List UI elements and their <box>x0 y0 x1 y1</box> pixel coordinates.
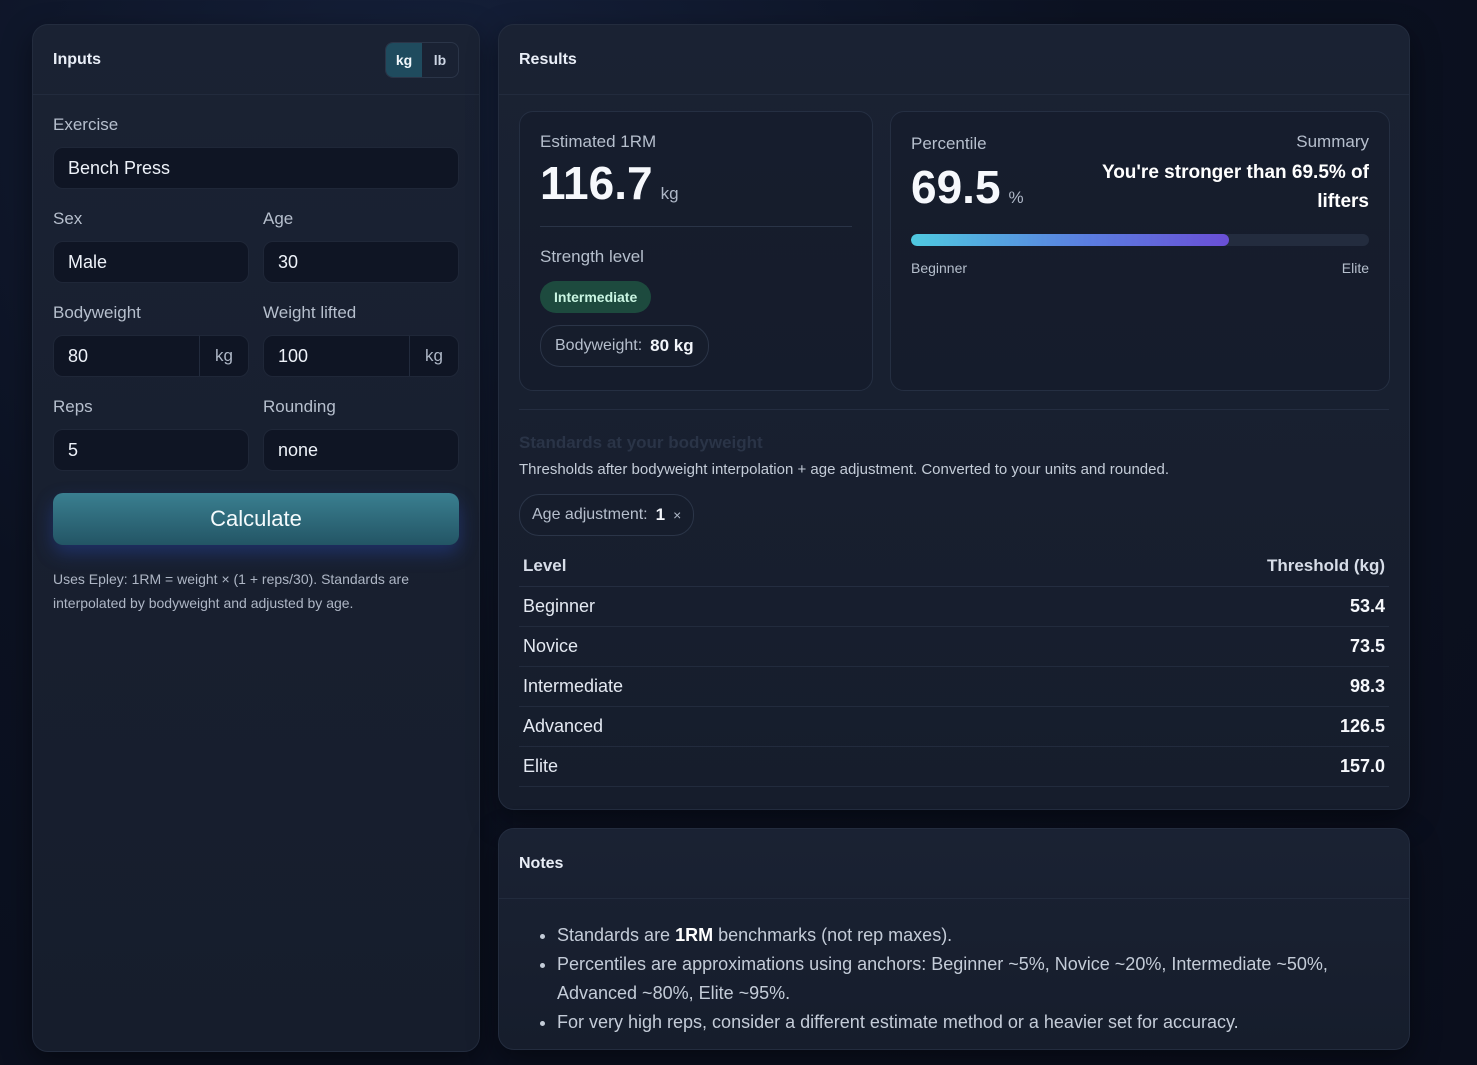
level-cell: Novice <box>519 626 921 667</box>
standards-section: Standards at your bodyweight Thresholds … <box>519 433 1389 787</box>
exercise-field: Exercise Bench Press <box>53 115 459 189</box>
age-adjustment-label: Age adjustment: <box>532 506 648 523</box>
standards-subtitle: Thresholds after bodyweight interpolatio… <box>519 461 1169 478</box>
weight-lifted-input[interactable]: 100 <box>264 336 410 376</box>
table-row: Elite 157.0 <box>519 746 1389 787</box>
sex-label: Sex <box>53 209 83 228</box>
threshold-cell: 73.5 <box>920 626 1389 667</box>
strength-level-badge: Intermediate <box>540 281 652 313</box>
standards-title: Standards at your bodyweight <box>519 433 763 452</box>
bodyweight-pill-label: Bodyweight: <box>555 337 643 354</box>
reps-input[interactable]: 5 <box>53 429 249 471</box>
inputs-panel: Inputs kg lb Exercise Bench Press Sex Ma… <box>32 24 480 1052</box>
age-adjustment-value: 1 <box>655 505 666 524</box>
estimated-1rm-unit: kg <box>660 184 679 203</box>
list-item: Percentiles are approximations using anc… <box>557 950 1389 1008</box>
threshold-cell: 53.4 <box>920 586 1389 627</box>
results-header: Results <box>499 25 1409 95</box>
unit-kg-button[interactable]: kg <box>386 42 422 77</box>
level-cell: Elite <box>519 746 921 787</box>
age-input[interactable]: 30 <box>263 241 459 283</box>
threshold-cell: 157.0 <box>920 746 1389 787</box>
calculate-button[interactable]: Calculate <box>53 493 459 545</box>
level-column-header: Level <box>519 556 921 587</box>
standards-table: Level Threshold (kg) Beginner 53.4 Novic… <box>519 556 1389 787</box>
estimated-1rm-label: Estimated 1RM <box>540 132 657 151</box>
weight-lifted-label: Weight lifted <box>263 303 357 322</box>
standards-table-header: Level Threshold (kg) <box>519 556 1389 587</box>
percentile-label: Percentile <box>911 134 987 153</box>
unit-lb-button[interactable]: lb <box>422 43 458 77</box>
threshold-cell: 98.3 <box>920 666 1389 707</box>
threshold-column-header: Threshold (kg) <box>920 556 1389 587</box>
percentile-card: Percentile 69.5 % Summary You're stronge… <box>890 111 1390 391</box>
weight-lifted-unit: kg <box>425 346 443 365</box>
age-adjustment-suffix: × <box>673 507 682 523</box>
table-row: Novice 73.5 <box>519 626 1389 667</box>
age-label: Age <box>263 209 294 228</box>
inputs-header: Inputs kg lb <box>33 25 479 95</box>
bodyweight-unit: kg <box>215 346 233 365</box>
notes-title: Notes <box>519 854 564 872</box>
note-text: benchmarks (not rep maxes). <box>713 925 953 945</box>
bodyweight-input-group: 80 kg <box>53 335 249 377</box>
percentile-bar <box>911 234 1369 246</box>
list-item: Standards are 1RM benchmarks (not rep ma… <box>557 921 1389 950</box>
notes-panel: Notes Standards are 1RM benchmarks (not … <box>498 828 1410 1050</box>
weight-lifted-input-group: 100 kg <box>263 335 459 377</box>
age-adjustment-pill: Age adjustment: 1 × <box>519 494 695 536</box>
estimated-1rm-value: 116.7 <box>540 157 653 209</box>
results-title: Results <box>519 50 577 68</box>
unit-toggle: kg lb <box>385 41 459 78</box>
note-text: Standards are <box>557 925 676 945</box>
list-item: For very high reps, consider a different… <box>557 1008 1389 1037</box>
exercise-label: Exercise <box>53 115 119 134</box>
percentile-unit: % <box>1008 188 1024 207</box>
level-cell: Beginner <box>519 586 921 627</box>
summary-text: You're stronger than 69.5% of lifters <box>1101 162 1369 212</box>
bodyweight-label: Bodyweight <box>53 303 141 322</box>
estimated-1rm-card: Estimated 1RM 116.7 kg Strength level In… <box>519 111 873 391</box>
percentile-bar-end-label: Elite <box>1341 260 1369 276</box>
level-cell: Intermediate <box>519 666 921 707</box>
table-row: Advanced 126.5 <box>519 706 1389 747</box>
sex-select[interactable]: Male <box>53 241 249 283</box>
percentile-bar-fill <box>911 234 1230 246</box>
notes-list: Standards are 1RM benchmarks (not rep ma… <box>499 899 1409 1037</box>
note-bold: 1RM <box>675 925 714 945</box>
bodyweight-pill-value: 80 kg <box>650 336 694 355</box>
strength-level-label: Strength level <box>540 247 644 266</box>
rounding-label: Rounding <box>263 397 336 416</box>
rounding-select[interactable]: none <box>263 429 459 471</box>
bodyweight-pill: Bodyweight: 80 kg <box>540 325 709 367</box>
results-divider <box>519 409 1389 410</box>
exercise-select[interactable]: Bench Press <box>53 147 459 189</box>
note-text: For very high reps, consider a different… <box>557 1012 1239 1032</box>
formula-help-text: Uses Epley: 1RM = weight × (1 + reps/30)… <box>53 571 410 611</box>
card-divider <box>540 226 852 227</box>
notes-header: Notes <box>499 829 1409 899</box>
bodyweight-input[interactable]: 80 <box>54 336 200 376</box>
inputs-form: Exercise Bench Press Sex Male Age 30 Bod… <box>33 95 479 615</box>
inputs-title: Inputs <box>53 50 101 68</box>
results-panel: Results Estimated 1RM 116.7 kg Strength … <box>498 24 1410 810</box>
reps-label: Reps <box>53 397 93 416</box>
table-row: Intermediate 98.3 <box>519 666 1389 707</box>
percentile-bar-start-label: Beginner <box>911 260 968 276</box>
table-row: Beginner 53.4 <box>519 586 1389 627</box>
note-text: Percentiles are approximations using anc… <box>557 954 1328 1003</box>
summary-label: Summary <box>1296 132 1369 151</box>
threshold-cell: 126.5 <box>920 706 1389 747</box>
level-cell: Advanced <box>519 706 921 747</box>
percentile-value: 69.5 <box>911 161 1001 213</box>
